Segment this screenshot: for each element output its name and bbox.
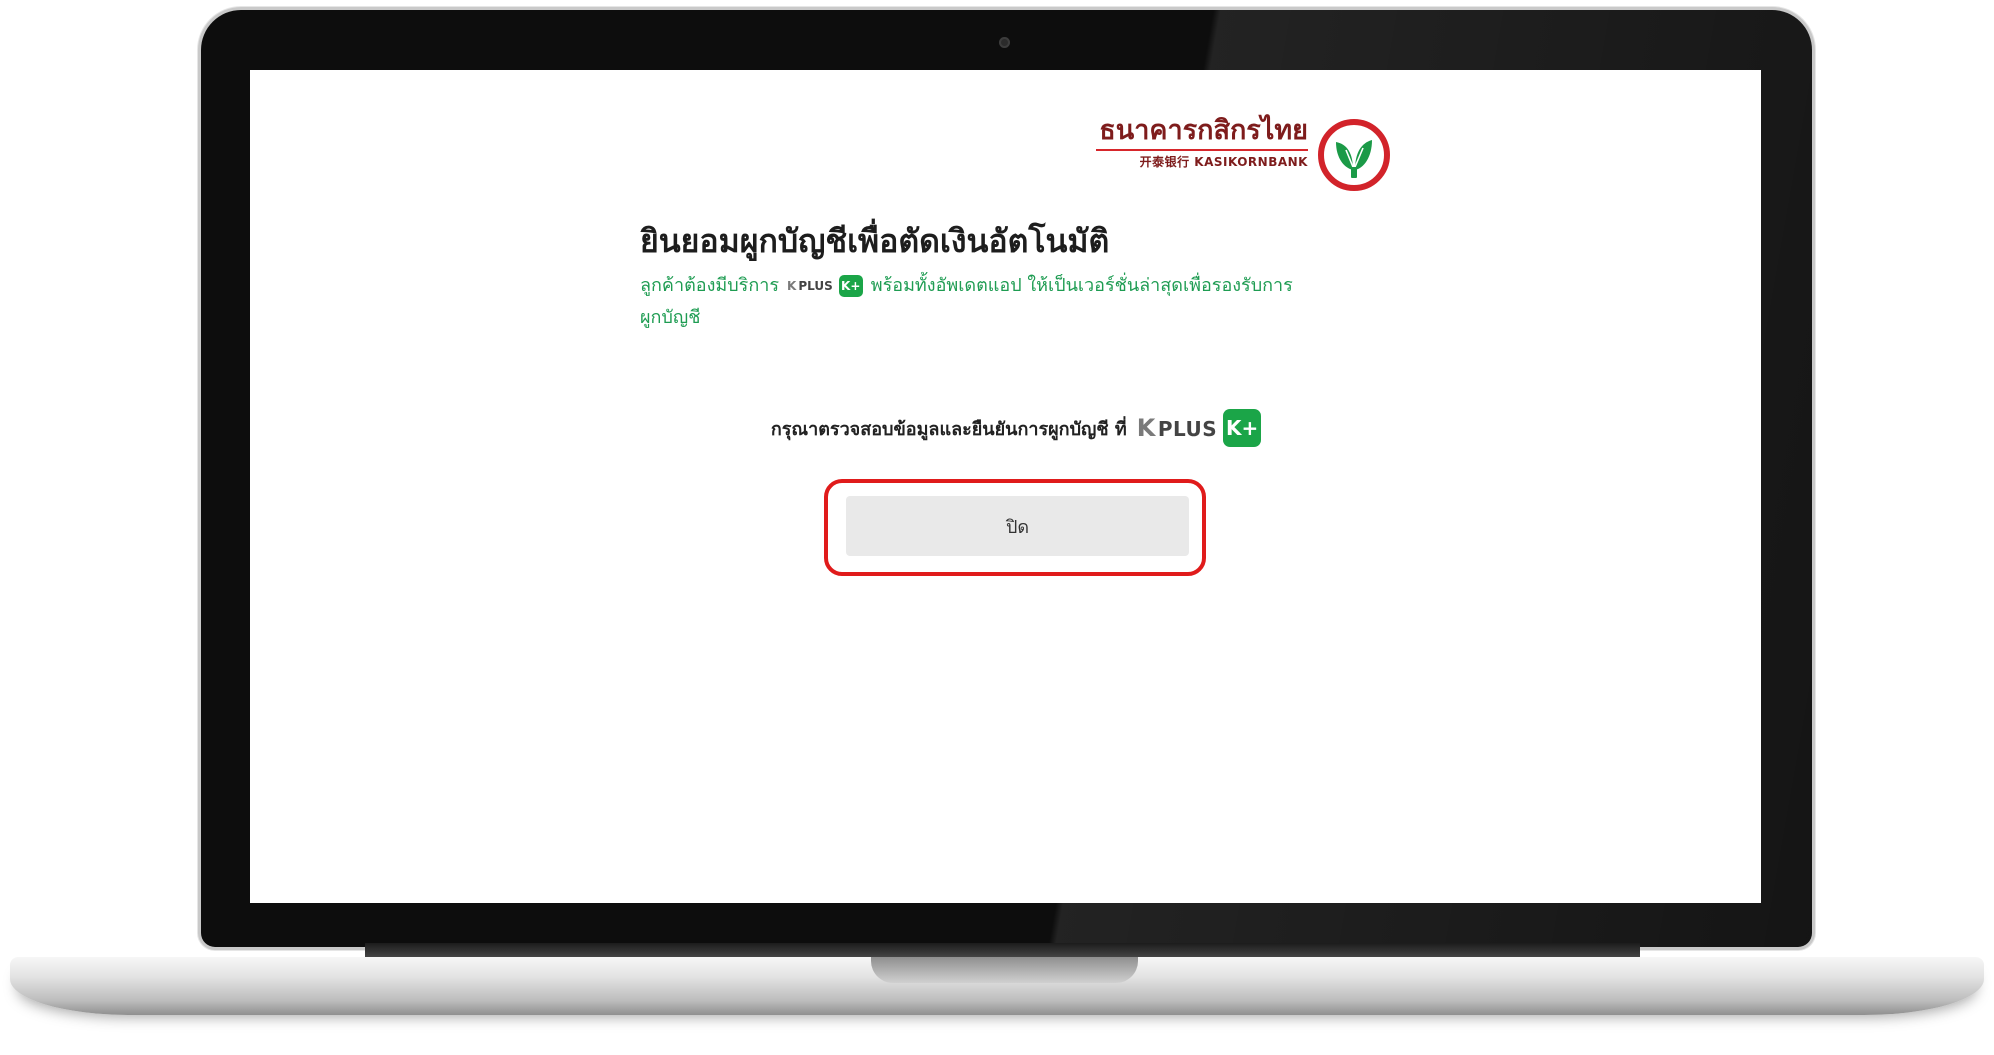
notice-text-before: ลูกค้าต้องมีบริการ xyxy=(640,275,779,296)
laptop-notch xyxy=(871,957,1138,983)
kplus-logo: K PLUS K+ xyxy=(787,270,863,302)
notice-line-1: ลูกค้าต้องมีบริการ K PLUS K+ พร้อมทั้งอัพ… xyxy=(640,270,1293,302)
kplus-wordmark: K PLUS xyxy=(1136,414,1218,442)
confirm-message-text: กรุณาตรวจสอบข้อมูลและยืนยันการผูกบัญชี ท… xyxy=(770,418,1127,440)
kasikornbank-logo-icon xyxy=(1318,119,1390,191)
bank-name-thai: ธนาคารกสิกรไทย xyxy=(1096,114,1308,151)
page-title: ยินยอมผูกบัญชีเพื่อตัดเงินอัตโนมัติ xyxy=(640,222,1110,260)
notice-text-after: พร้อมทั้งอัพเดตแอป ให้เป็นเวอร์ชั่นล่าสุ… xyxy=(870,275,1293,296)
camera-icon xyxy=(999,37,1010,48)
notice-line-2: ผูกบัญชี xyxy=(640,307,701,328)
bank-logo-text: ธนาคารกสิกรไทย 开泰银行 KASIKORNBANK xyxy=(1096,114,1308,170)
close-button[interactable]: ปิด xyxy=(846,496,1189,556)
laptop-screen: ธนาคารกสิกรไทย 开泰银行 KASIKORNBANK ยินยอมผ… xyxy=(250,70,1761,903)
kplus-badge-icon: K+ xyxy=(838,275,863,297)
requirement-notice: ลูกค้าต้องมีบริการ K PLUS K+ พร้อมทั้งอัพ… xyxy=(640,270,1293,334)
confirm-message: กรุณาตรวจสอบข้อมูลและยืนยันการผูกบัญชี ท… xyxy=(640,408,1392,448)
kplus-badge-icon: K+ xyxy=(1223,409,1262,447)
kplus-logo-large: K PLUS K+ xyxy=(1136,409,1262,447)
bank-name-english: 开泰银行 KASIKORNBANK xyxy=(1139,155,1308,169)
kplus-wordmark: K PLUS xyxy=(787,279,833,293)
